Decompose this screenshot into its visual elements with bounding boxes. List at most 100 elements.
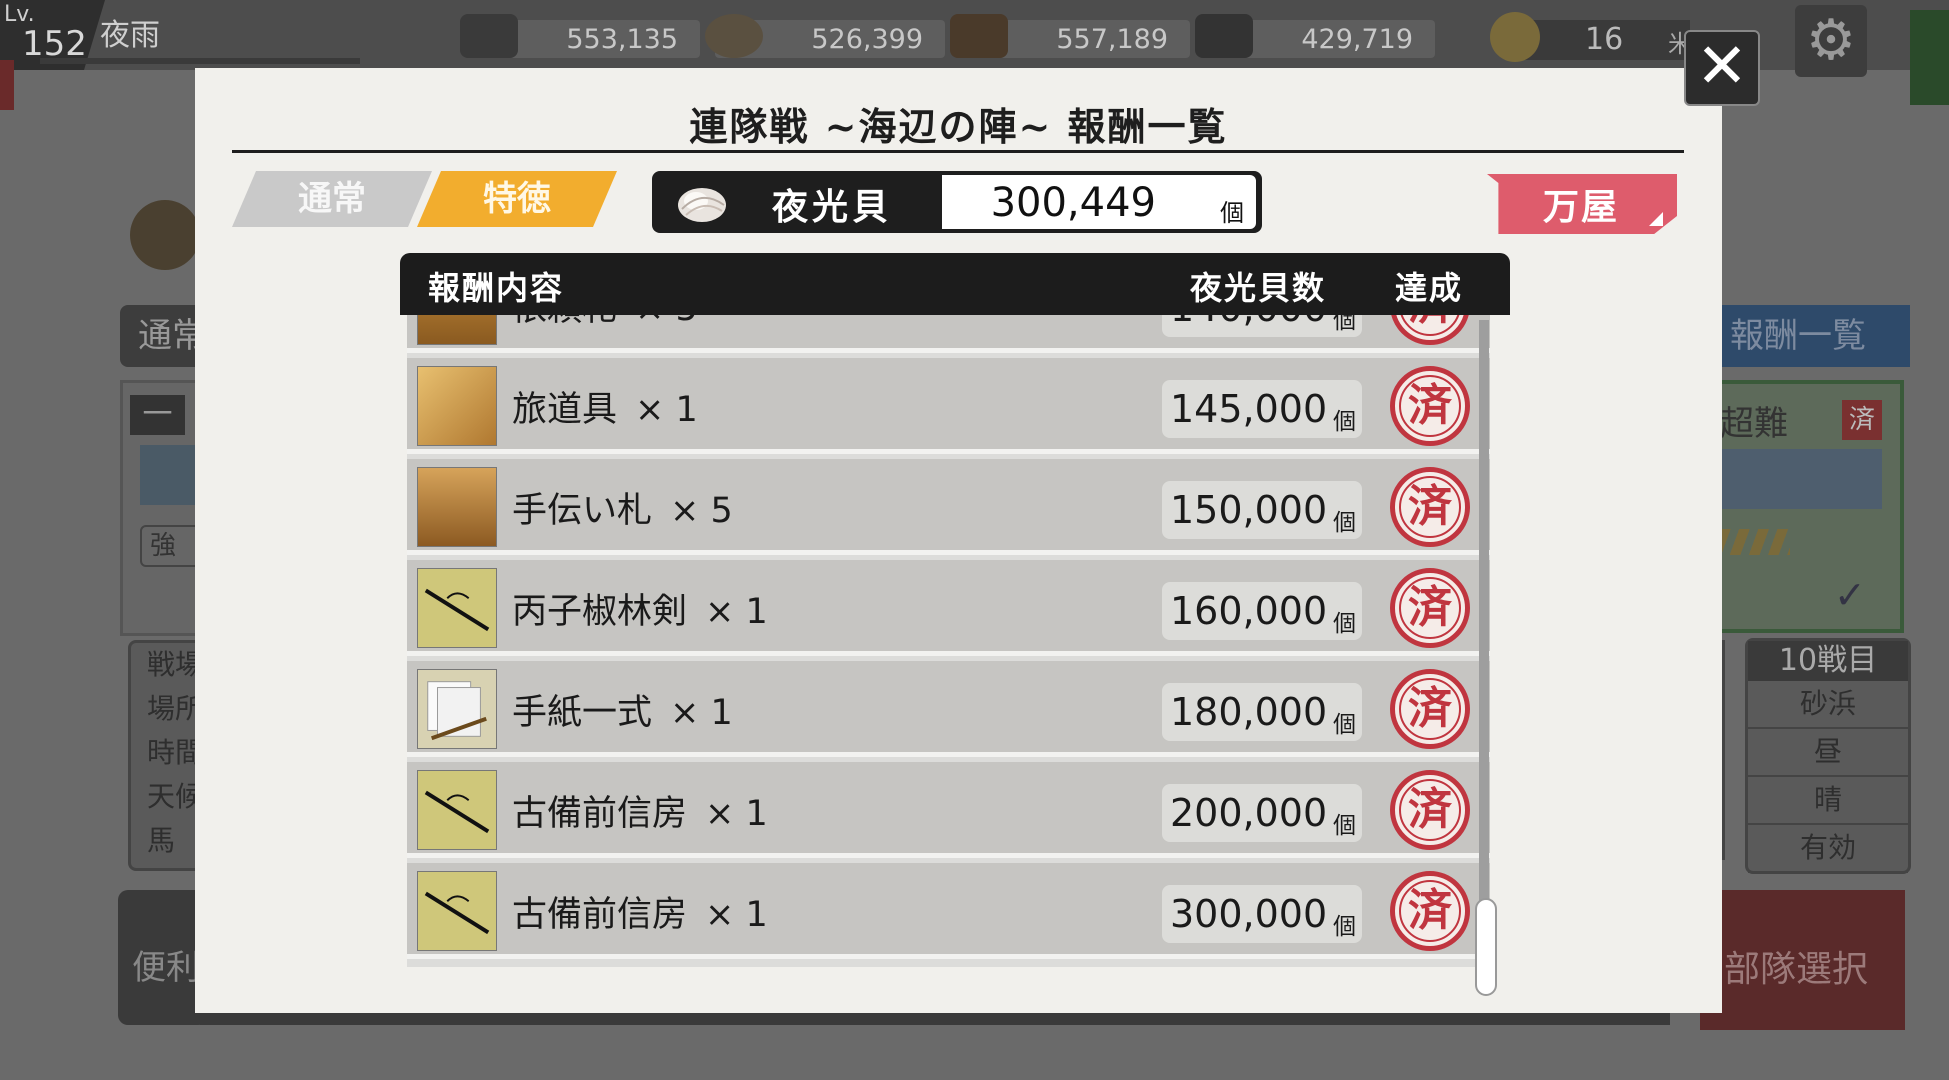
amount-unit: 個 [1333,409,1356,435]
amount-unit: 個 [1333,712,1356,738]
amount-value: 180,000 [1170,690,1328,734]
bg-left-image [140,445,200,505]
reward-quantity: × 1 [705,794,768,834]
check-icon: ✓ [1834,573,1866,617]
settings-button[interactable]: ⚙ [1795,5,1867,77]
resource-coolant: 557,189 [950,14,1190,58]
reward-name: 丙子椒林剣 × 1 [512,583,768,634]
resource-value: 557,189 [1056,24,1168,55]
bg-card-stripe [1720,529,1790,555]
scrollbar-track[interactable] [1479,320,1489,966]
reward-item-name: 丙子椒林剣 [512,592,688,632]
achieved-stamp-icon: 済 [1390,669,1470,749]
orb-icon [130,200,200,270]
amount-value: 140,000 [1170,315,1327,330]
stamp-label: 済 [1408,380,1452,431]
scrollbar-thumb[interactable] [1475,898,1497,996]
tab-normal[interactable]: 通常 [232,171,432,227]
coolant-icon [950,14,1008,58]
right-edge-tab [1910,10,1949,105]
reward-amount: 160,000 個 [1162,582,1362,640]
request-token-icon [417,315,497,345]
amount-value: 145,000 [1170,387,1328,431]
reward-amount: 150,000 個 [1162,481,1362,539]
tab-special[interactable]: 特徳 [417,171,617,227]
resource-whetstone: 429,719 [1195,14,1435,58]
stamp-label: 済 [1408,481,1452,532]
column-achieved: 達成 [1395,269,1464,307]
reward-quantity: × 1 [705,592,768,632]
bg-table-cell: 砂浜 [1748,681,1908,729]
amount-unit: 個 [1333,813,1356,839]
resource-value: 526,399 [811,24,923,55]
achieved-stamp-icon: 済 [1390,366,1470,446]
amount-unit: 個 [1333,914,1356,940]
reward-amount: 300,000 個 [1162,885,1362,943]
reward-list[interactable]: 依頼札× 5 140,000個 済 旅道具× 1 145,000個 済 手伝い札… [407,315,1490,967]
achieved-stamp-icon: 済 [1390,568,1470,648]
currency-value: 300,449 [990,180,1156,226]
coin-value: 16 [1585,22,1624,57]
column-reward-content: 報酬内容 [428,269,565,307]
achieved-stamp-icon: 済 [1390,871,1470,951]
reward-name: 旅道具 × 1 [512,381,698,432]
bg-table-cell: 場所 [147,692,204,725]
reward-row: 古備前信房 × 1 300,000 個 済 [407,863,1490,959]
column-shell-amount: 夜光貝数 [1190,269,1327,307]
stamp-label: 済 [1408,582,1452,633]
modal-title: 連隊戦 ~海辺の陣~ 報酬一覧 [689,104,1228,149]
bg-table-cell: 馬 [147,824,176,857]
stamp-label: 済 [1395,315,1465,340]
left-edge-ribbon [0,60,14,110]
corner-arrow-icon [1649,212,1663,226]
resource-value: 553,135 [566,24,678,55]
bg-table-cell: 昼 [1748,729,1908,777]
currency-unit: 個 [1220,199,1244,227]
bg-table-cell: 時間 [147,736,204,769]
resource-value: 429,719 [1301,24,1413,55]
reward-row: 古備前信房 × 1 200,000 個 済 [407,762,1490,858]
amount-unit: 個 [1333,510,1356,536]
reward-name: 依頼札 × 5 [512,315,698,331]
bg-card-done-badge: 済 [1842,400,1882,440]
exp-bar [40,58,360,64]
steel-icon [705,14,763,58]
resource-charcoal: 553,135 [460,14,700,58]
bg-table-cell: 天候 [147,780,204,813]
bg-unit-select-button: 部隊選択 [1700,890,1905,1030]
bg-reward-list-button: 報酬一覧 [1720,305,1910,367]
shop-button[interactable]: 万屋 [1487,174,1677,234]
bg-right-info-table: 10戦目 砂浜 昼 晴 有効 [1745,638,1911,874]
reward-item-name: 古備前信房 [512,895,688,935]
amount-unit: 個 [1333,315,1356,334]
travel-kit-icon [417,366,497,446]
sword-icon [417,871,497,951]
achieved-stamp-icon: 済 [1390,467,1470,547]
reward-item-name: 手紙一式 [512,693,653,733]
reward-row: 手伝い札 × 5 150,000 個 済 [407,459,1490,555]
player-name: 夜雨 [100,18,160,53]
reward-list-modal: 連隊戦 ~海辺の陣~ 報酬一覧 通常 特徳 夜光貝 300,449 個 万屋 報… [195,68,1722,1013]
stamp-label: 済 [1408,784,1452,835]
reward-quantity: × 5 [635,315,698,329]
currency-name: 夜光貝 [772,186,893,228]
bg-table-cell: 有効 [1748,825,1908,873]
bg-stage-card: 超難 済 ✓ [1720,380,1904,633]
reward-amount: 145,000 個 [1162,380,1362,438]
letter-set-icon [417,669,497,749]
achieved-stamp-icon: 済 [1390,770,1470,850]
reward-row: 丙子椒林剣 × 1 160,000 個 済 [407,560,1490,656]
resource-steel: 526,399 [705,14,945,58]
reward-row: 依頼札 × 5 140,000 個 済 [407,315,1490,353]
close-button[interactable]: ✕ [1684,30,1760,106]
close-icon: ✕ [1696,29,1748,102]
amount-unit: 個 [1333,611,1356,637]
stamp-label: 済 [1408,683,1452,734]
reward-quantity: × 1 [670,693,733,733]
reward-amount: 200,000 個 [1162,784,1362,842]
reward-table-header: 報酬内容 夜光貝数 達成 [400,253,1510,315]
bg-table-head: 10戦目 [1748,641,1908,681]
reward-name: 手紙一式 × 1 [512,684,733,735]
reward-row: 旅道具 × 1 145,000 個 済 [407,358,1490,454]
coin-icon [1490,12,1540,62]
